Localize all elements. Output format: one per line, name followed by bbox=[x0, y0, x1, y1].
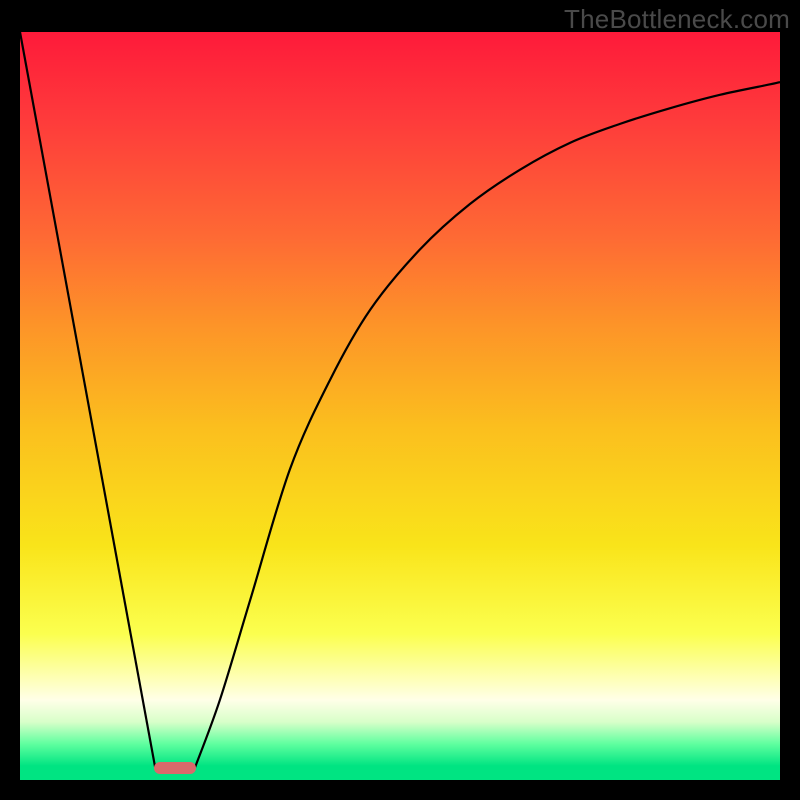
curve-layer bbox=[20, 32, 780, 780]
plot-area bbox=[20, 32, 780, 780]
optimal-point-marker bbox=[154, 762, 196, 774]
chart-stage: TheBottleneck.com bbox=[0, 0, 800, 800]
curve-left-line bbox=[20, 32, 155, 768]
curve-right-curve bbox=[195, 82, 780, 768]
watermark-text: TheBottleneck.com bbox=[564, 4, 790, 35]
